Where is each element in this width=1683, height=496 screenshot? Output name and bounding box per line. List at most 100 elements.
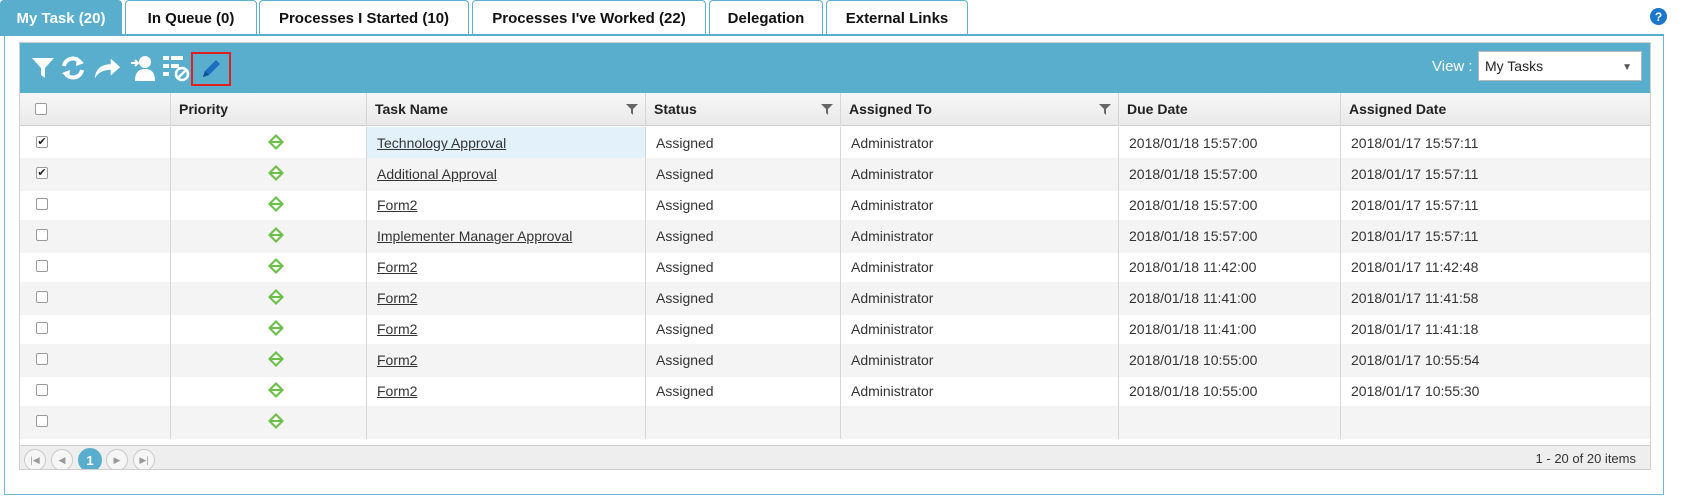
priority-cell — [170, 251, 366, 284]
pager: |◀ ◀ 1 ▶ ▶| 1 - 20 of 20 items — [20, 445, 1650, 469]
row-checkbox[interactable]: ✔ — [36, 136, 48, 148]
priority-normal-icon — [268, 320, 284, 336]
col-due-date[interactable]: Due Date — [1118, 93, 1340, 126]
table-row[interactable]: Form2 Assigned Administrator 2018/01/18 11:… — [20, 251, 1650, 284]
row-select-cell — [20, 375, 170, 408]
tab-delegation[interactable]: Delegation — [709, 0, 823, 35]
col-task-name[interactable]: Task Name — [366, 93, 645, 126]
next-page-icon[interactable]: ▶ — [106, 449, 128, 469]
due-date-cell — [1118, 406, 1340, 439]
assigned-to-cell: Administrator — [840, 344, 1118, 377]
col-priority[interactable]: Priority — [170, 93, 366, 126]
select-all-checkbox[interactable] — [35, 103, 47, 115]
tab-processes-started[interactable]: Processes I Started (10) — [259, 0, 469, 35]
priority-normal-icon — [268, 382, 284, 398]
tab-external-links[interactable]: External Links — [826, 0, 968, 35]
assigned-date-cell: 2018/01/17 15:57:11 — [1340, 127, 1650, 160]
task-grid: View : My Tasks ▼ Priority Task Name Sta… — [19, 42, 1651, 470]
status-cell: Assigned — [645, 251, 840, 284]
reassign-user-icon[interactable] — [128, 53, 158, 83]
view-label: View : — [1432, 58, 1473, 75]
row-select-cell: ✔ — [20, 127, 170, 160]
table-row[interactable]: ✔ Additional Approval Assigned Administrato… — [20, 158, 1650, 191]
priority-cell — [170, 158, 366, 191]
task-link[interactable]: Form2 — [377, 290, 417, 306]
col-assigned-to[interactable]: Assigned To — [840, 93, 1118, 126]
col-priority-label: Priority — [179, 101, 229, 117]
task-link[interactable]: Form2 — [377, 197, 417, 213]
assigned-to-cell: Administrator — [840, 220, 1118, 253]
table-row[interactable]: Form2 Assigned Administrator 2018/01/18 15:… — [20, 189, 1650, 222]
view-select[interactable]: My Tasks ▼ — [1478, 51, 1642, 81]
current-page[interactable]: 1 — [78, 448, 102, 469]
status-cell: Assigned — [645, 189, 840, 222]
select-all-header — [20, 93, 170, 126]
row-checkbox[interactable] — [36, 353, 48, 365]
task-link[interactable]: Form2 — [377, 352, 417, 368]
task-link[interactable]: Technology Approval — [377, 135, 506, 151]
table-row[interactable]: Form2 Assigned Administrator 2018/01/18 11:… — [20, 282, 1650, 315]
row-checkbox[interactable] — [36, 260, 48, 272]
assigned-to-cell: Administrator — [840, 251, 1118, 284]
status-cell: Assigned — [645, 282, 840, 315]
forward-icon[interactable] — [92, 53, 122, 83]
row-checkbox[interactable] — [36, 291, 48, 303]
col-due-date-label: Due Date — [1127, 101, 1188, 117]
table-row[interactable]: Form2 Assigned Administrator 2018/01/18 10:… — [20, 344, 1650, 377]
priority-cell — [170, 127, 366, 160]
task-link[interactable]: Form2 — [377, 259, 417, 275]
status-cell: Assigned — [645, 158, 840, 191]
filter-icon[interactable] — [28, 53, 58, 83]
col-status-label: Status — [654, 101, 697, 117]
first-page-icon[interactable]: |◀ — [24, 449, 46, 469]
help-icon[interactable]: ? — [1650, 8, 1667, 25]
task-link[interactable]: Additional Approval — [377, 166, 497, 182]
row-checkbox[interactable] — [36, 229, 48, 241]
task-link[interactable]: Implementer Manager Approval — [377, 228, 572, 244]
priority-cell — [170, 220, 366, 253]
last-page-icon[interactable]: ▶| — [133, 449, 155, 469]
priority-cell — [170, 344, 366, 377]
col-assigned-date[interactable]: Assigned Date — [1340, 93, 1650, 126]
row-select-cell — [20, 344, 170, 377]
row-checkbox[interactable] — [36, 322, 48, 334]
task-name-cell — [366, 406, 645, 439]
prev-page-icon[interactable]: ◀ — [51, 449, 73, 469]
tab-my-task[interactable]: My Task (20) — [0, 0, 122, 35]
col-status[interactable]: Status — [645, 93, 840, 126]
row-checkbox[interactable] — [36, 384, 48, 396]
assigned-to-cell: Administrator — [840, 282, 1118, 315]
row-checkbox[interactable] — [36, 415, 48, 427]
refresh-icon[interactable] — [58, 53, 88, 83]
row-select-cell — [20, 251, 170, 284]
table-row[interactable]: Form2 Assigned Administrator 2018/01/18 11:… — [20, 313, 1650, 346]
assigned-date-cell: 2018/01/17 10:55:30 — [1340, 375, 1650, 408]
row-checkbox[interactable]: ✔ — [36, 167, 48, 179]
table-row[interactable] — [20, 406, 1650, 439]
col-task-name-label: Task Name — [375, 101, 448, 117]
task-link[interactable]: Form2 — [377, 383, 417, 399]
tab-in-queue[interactable]: In Queue (0) — [125, 0, 257, 35]
priority-cell — [170, 313, 366, 346]
row-checkbox[interactable] — [36, 198, 48, 210]
due-date-cell: 2018/01/18 15:57:00 — [1118, 158, 1340, 191]
status-cell — [645, 406, 840, 439]
task-name-cell: Form2 — [366, 251, 645, 284]
column-filter-icon[interactable] — [820, 102, 834, 116]
edit-pencil-icon[interactable] — [191, 52, 231, 86]
table-row[interactable]: Form2 Assigned Administrator 2018/01/18 10:… — [20, 375, 1650, 408]
priority-normal-icon — [268, 134, 284, 150]
clear-filter-icon[interactable] — [160, 53, 190, 83]
col-assigned-to-label: Assigned To — [849, 101, 932, 117]
row-select-cell — [20, 406, 170, 439]
priority-normal-icon — [268, 196, 284, 212]
task-name-cell: Form2 — [366, 344, 645, 377]
table-row[interactable]: Implementer Manager Approval Assigned Admi… — [20, 220, 1650, 253]
table-row[interactable]: ✔ Technology Approval Assigned Administrato… — [20, 127, 1650, 160]
task-link[interactable]: Form2 — [377, 321, 417, 337]
column-filter-icon[interactable] — [1098, 102, 1112, 116]
column-filter-icon[interactable] — [625, 102, 639, 116]
tab-processes-worked[interactable]: Processes I've Worked (22) — [472, 0, 706, 35]
task-name-cell: Implementer Manager Approval — [366, 220, 645, 253]
task-name-cell: Form2 — [366, 282, 645, 315]
